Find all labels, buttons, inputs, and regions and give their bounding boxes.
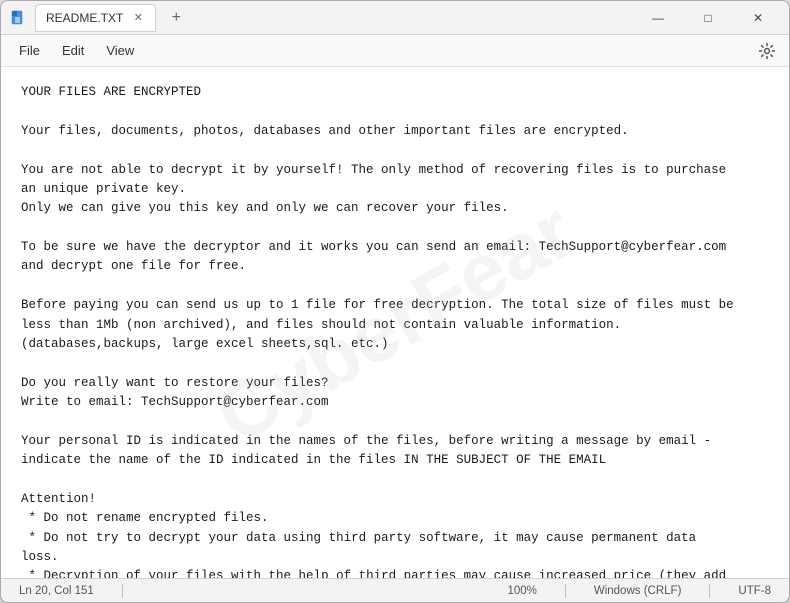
menu-bar: File Edit View [1,35,789,67]
document-text: YOUR FILES ARE ENCRYPTED Your files, doc… [21,83,769,578]
tab-close-button[interactable]: ✕ [131,11,145,25]
status-divider-3 [709,584,710,598]
close-button[interactable]: ✕ [735,3,781,33]
maximize-button[interactable]: □ [685,3,731,33]
zoom-level[interactable]: 100% [499,585,544,597]
encoding[interactable]: UTF-8 [730,585,779,597]
settings-icon[interactable] [753,37,781,65]
main-window: README.TXT ✕ + — □ ✕ File Edit View Cybe… [0,0,790,603]
window-controls: — □ ✕ [635,3,781,33]
minimize-button[interactable]: — [635,3,681,33]
status-bar: Ln 20, Col 151 100% Windows (CRLF) UTF-8 [1,578,789,602]
line-ending[interactable]: Windows (CRLF) [586,585,690,597]
status-divider-1 [122,584,123,598]
active-tab[interactable]: README.TXT ✕ [35,4,156,32]
text-content-area[interactable]: CyberFear YOUR FILES ARE ENCRYPTED Your … [1,67,789,578]
menu-edit[interactable]: Edit [52,39,94,62]
new-tab-button[interactable]: + [164,6,188,30]
app-icon [9,9,27,27]
status-divider-2 [565,584,566,598]
tab-label: README.TXT [46,11,123,25]
menu-view[interactable]: View [96,39,144,62]
cursor-position: Ln 20, Col 151 [11,585,102,597]
title-bar: README.TXT ✕ + — □ ✕ [1,1,789,35]
menu-items: File Edit View [9,39,144,62]
menu-file[interactable]: File [9,39,50,62]
